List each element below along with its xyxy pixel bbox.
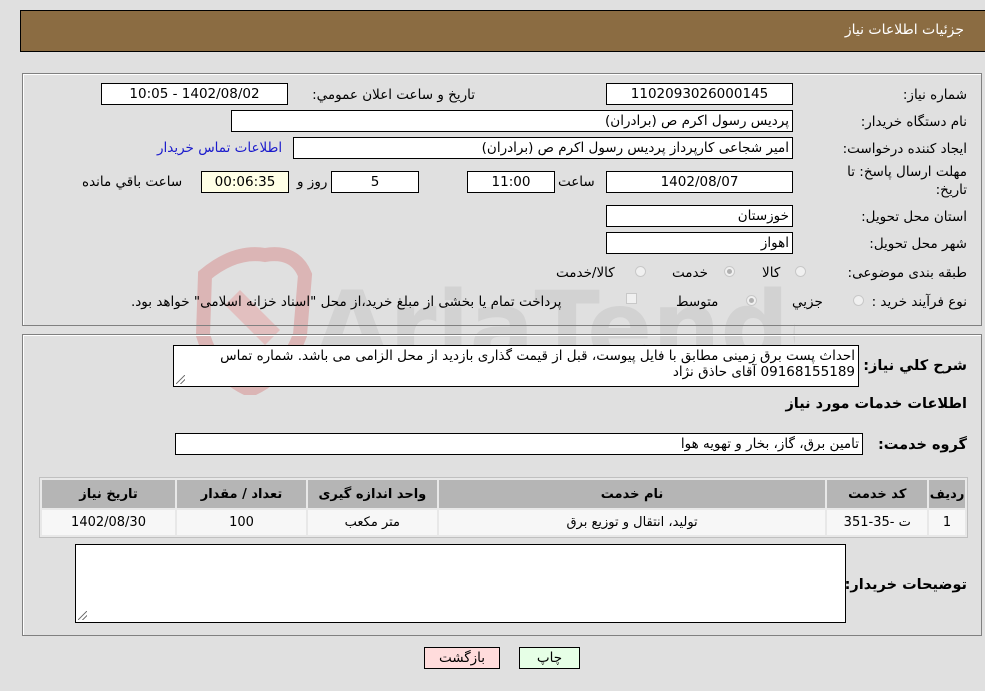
announce-datetime-field: 1402/08/02 - 10:05 [101, 83, 288, 105]
col-header-quantity: تعداد / مقدار [177, 480, 306, 508]
need-number-field: 1102093026000145 [606, 83, 793, 105]
province-label: استان محل تحویل: [861, 209, 967, 225]
city-field: اهواز [606, 232, 793, 254]
col-header-service-code: کد خدمت [827, 480, 928, 508]
resize-grip-icon[interactable] [176, 375, 185, 384]
treasury-checkbox[interactable] [626, 293, 637, 304]
deadline-date-field: 1402/08/07 [606, 171, 793, 193]
requester-label: ایجاد کننده درخواست: [842, 141, 967, 157]
col-header-service-name: نام خدمت [438, 480, 826, 508]
city-label: شهر محل تحویل: [869, 236, 967, 252]
buyer-notes-textarea[interactable] [75, 544, 846, 623]
cell-unit: متر مکعب [307, 510, 437, 535]
deadline-label-date: تاریخ: [935, 182, 967, 198]
buyer-contact-link[interactable]: اطلاعات تماس خریدار [157, 140, 282, 156]
page-header: جزئیات اطلاعات نیاز [20, 10, 985, 52]
remaining-time-label: ساعت باقي مانده [82, 174, 183, 190]
col-header-unit: واحد اندازه گیری [307, 480, 437, 508]
remaining-time-field: 00:06:35 [201, 171, 289, 193]
description-textarea[interactable]: احداث پست برق زمینی مطابق با فایل پیوست،… [173, 345, 859, 387]
table-header-row: ردیف کد خدمت نام خدمت واحد اندازه گیری ت… [42, 480, 965, 508]
buyer-notes-label: توضیحات خریدار: [844, 577, 967, 593]
print-button[interactable]: چاپ [519, 647, 580, 669]
buyer-org-label: نام دستگاه خريدار: [860, 114, 967, 130]
cell-row-number: 1 [929, 510, 965, 535]
deadline-time-label: ساعت [558, 174, 595, 190]
category-radio-goods-service[interactable] [635, 266, 646, 277]
buyer-org-field: پرديس رسول اکرم ص (برادران) [231, 110, 793, 132]
category-option-goods: کالا [762, 265, 781, 281]
cell-service-name: تولید، انتقال و توزیع برق [438, 510, 826, 535]
services-section-title: اطلاعات خدمات مورد نیاز [785, 396, 967, 412]
cell-service-code: ت -35-351 [827, 510, 928, 535]
resize-grip-icon[interactable] [78, 611, 87, 620]
category-radio-goods[interactable] [795, 266, 806, 277]
deadline-time-field: 11:00 [467, 171, 555, 193]
category-radio-service[interactable] [724, 266, 735, 277]
requester-field: امیر شجاعی کارپرداز پرديس رسول اکرم ص (ب… [293, 137, 793, 159]
deadline-days-field: 5 [331, 171, 419, 193]
description-text: احداث پست برق زمینی مطابق با فایل پیوست،… [220, 348, 855, 380]
col-header-need-date: تاریخ نیاز [42, 480, 176, 508]
cell-quantity: 100 [177, 510, 306, 535]
days-label: روز و [297, 174, 328, 190]
col-header-row-number: ردیف [929, 480, 965, 508]
need-number-label: شماره نیاز: [902, 87, 967, 103]
service-group-field: تامین برق، گاز، بخار و تهویه هوا [175, 433, 863, 455]
purchase-type-option-minor: جزيي [792, 294, 823, 310]
category-label: طبقه بندی موضوعی: [847, 265, 967, 281]
purchase-type-radio-medium[interactable] [746, 295, 757, 306]
province-field: خوزستان [606, 205, 793, 227]
purchase-type-label: نوع فرآیند خرید : [871, 294, 967, 310]
purchase-type-option-medium: متوسط [676, 294, 719, 310]
service-group-label: گروه خدمت: [877, 437, 967, 453]
category-option-goods-service: کالا/خدمت [556, 265, 615, 281]
table-row: 1 ت -35-351 تولید، انتقال و توزیع برق مت… [42, 510, 965, 535]
back-button[interactable]: بازگشت [424, 647, 500, 669]
announce-datetime-label: تاریخ و ساعت اعلان عمومي: [312, 87, 475, 103]
treasury-checkbox-label: پرداخت تمام یا بخشی از مبلغ خرید،از محل … [131, 294, 562, 310]
description-label: شرح کلي نياز: [863, 358, 967, 374]
services-table: ردیف کد خدمت نام خدمت واحد اندازه گیری ت… [39, 477, 968, 538]
deadline-label: مهلت ارسال پاسخ: تا [847, 164, 967, 180]
cell-need-date: 1402/08/30 [42, 510, 176, 535]
purchase-type-radio-minor[interactable] [853, 295, 864, 306]
category-option-service: خدمت [672, 265, 708, 281]
page-title: جزئیات اطلاعات نیاز [844, 22, 964, 38]
